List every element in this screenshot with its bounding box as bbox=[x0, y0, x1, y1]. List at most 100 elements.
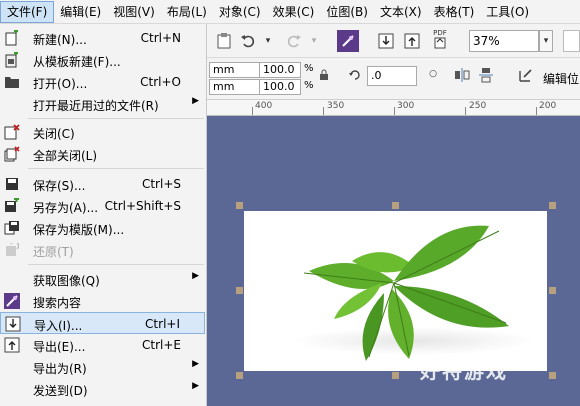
submenu-arrow-icon: ▶ bbox=[192, 96, 199, 106]
menu-item-import[interactable]: 导入(I)... Ctrl+I bbox=[0, 312, 205, 334]
save-as-icon bbox=[4, 198, 20, 214]
selection-handle[interactable] bbox=[236, 287, 243, 294]
menu-bar: 文件(F) 编辑(E) 视图(V) 布局(L) 对象(C) 效果(C) 位图(B… bbox=[0, 0, 580, 24]
import-icon bbox=[5, 316, 21, 332]
menu-item-open-recent[interactable]: 打开最近用过的文件(R) ▶ bbox=[0, 93, 205, 115]
zoom-level-input[interactable]: 37% bbox=[469, 30, 539, 52]
undo-icon[interactable] bbox=[237, 30, 259, 52]
property-bar: mm mm 100.0 100.0 % % .0 ○ 编辑位 bbox=[207, 58, 580, 100]
menu-item-shortcut: Ctrl+E bbox=[142, 338, 181, 352]
menu-item-save-as[interactable]: 另存为(A)... Ctrl+Shift+S bbox=[0, 195, 205, 217]
paste-icon[interactable] bbox=[213, 30, 235, 52]
menu-item-label: 关闭(C) bbox=[33, 127, 75, 141]
edit-bitmap-icon[interactable] bbox=[517, 66, 535, 84]
ruler-tick bbox=[323, 107, 324, 115]
menu-item-acquire-image[interactable]: 获取图像(Q) ▶ bbox=[0, 268, 205, 290]
menu-item-label: 打开(O)... bbox=[33, 77, 88, 91]
menu-effects[interactable]: 效果(C) bbox=[267, 1, 321, 23]
menu-view[interactable]: 视图(V) bbox=[107, 1, 161, 23]
ruler-label: 250 bbox=[469, 101, 487, 111]
menu-item-shortcut: Ctrl+O bbox=[140, 75, 181, 89]
menu-item-new-from-template[interactable]: 从模板新建(F)... bbox=[0, 49, 205, 71]
mirror-horizontal-icon[interactable] bbox=[453, 66, 471, 84]
menu-bitmap[interactable]: 位图(B) bbox=[320, 1, 374, 23]
selection-handle[interactable] bbox=[236, 372, 243, 379]
submenu-arrow-icon: ▶ bbox=[192, 271, 199, 281]
redo-icon[interactable] bbox=[283, 30, 305, 52]
file-menu-dropdown: 新建(N)... Ctrl+N 从模板新建(F)... 打开(O)... Ctr… bbox=[0, 24, 207, 406]
menu-item-close[interactable]: 关闭(C) bbox=[0, 121, 205, 143]
menu-file[interactable]: 文件(F) bbox=[0, 0, 55, 23]
zoom-dropdown-icon[interactable]: ▾ bbox=[539, 30, 553, 52]
fullscreen-preview-icon[interactable] bbox=[563, 30, 580, 52]
menu-item-new[interactable]: 新建(N)... Ctrl+N bbox=[0, 27, 205, 49]
undo-dropdown-icon[interactable]: ▾ bbox=[257, 30, 279, 52]
menu-item-label: 保存(S)... bbox=[33, 179, 86, 193]
menu-table[interactable]: 表格(T) bbox=[428, 1, 481, 23]
submenu-arrow-icon: ▶ bbox=[192, 359, 199, 369]
selection-handle[interactable] bbox=[549, 202, 556, 209]
selection-handle[interactable] bbox=[392, 372, 399, 379]
edit-bitmap-label[interactable]: 编辑位 bbox=[543, 70, 579, 87]
menu-item-label: 还原(T) bbox=[33, 245, 74, 259]
ruler-label: 400 bbox=[255, 101, 273, 111]
menu-item-search-content[interactable]: 搜索内容 bbox=[0, 290, 205, 312]
open-folder-icon bbox=[4, 74, 20, 90]
menu-layout[interactable]: 布局(L) bbox=[161, 1, 213, 23]
selection-handle[interactable] bbox=[236, 202, 243, 209]
new-from-template-icon bbox=[4, 52, 20, 68]
menu-item-close-all[interactable]: 全部关闭(L) bbox=[0, 143, 205, 165]
ruler-label: 200 bbox=[539, 101, 557, 111]
menu-item-revert[interactable]: 还原(T) bbox=[0, 239, 205, 261]
menu-separator bbox=[28, 118, 204, 119]
position-y-unit[interactable]: mm bbox=[209, 79, 261, 95]
menu-object[interactable]: 对象(C) bbox=[213, 1, 267, 23]
selection-handle[interactable] bbox=[549, 372, 556, 379]
revert-icon bbox=[4, 242, 20, 258]
scale-y-input[interactable]: 100.0 bbox=[259, 79, 301, 95]
menu-text[interactable]: 文本(X) bbox=[374, 1, 428, 23]
menu-item-open[interactable]: 打开(O)... Ctrl+O bbox=[0, 71, 205, 93]
menu-item-label: 发送到(D) bbox=[33, 384, 88, 398]
menu-item-save[interactable]: 保存(S)... Ctrl+S bbox=[0, 173, 205, 195]
menu-item-send-to[interactable]: 发送到(D) ▶ bbox=[0, 378, 205, 400]
menu-item-label: 导入(I)... bbox=[34, 319, 83, 333]
position-x-unit[interactable]: mm bbox=[209, 62, 261, 78]
menu-item-export[interactable]: 导出(E)... Ctrl+E bbox=[0, 334, 205, 356]
export-toolbar-icon[interactable] bbox=[401, 30, 423, 52]
mirror-vertical-icon[interactable] bbox=[477, 66, 495, 84]
rotation-angle-input[interactable]: .0 bbox=[367, 66, 417, 86]
menu-item-save-as-template[interactable]: 保存为模版(M)... bbox=[0, 217, 205, 239]
import-toolbar-icon[interactable] bbox=[375, 30, 397, 52]
search-content-toolbar-icon[interactable] bbox=[337, 30, 359, 52]
selection-handle[interactable] bbox=[392, 202, 399, 209]
publish-pdf-icon[interactable]: PDF bbox=[429, 28, 451, 50]
menu-item-label: 保存为模版(M)... bbox=[33, 223, 125, 237]
menu-item-shortcut: Ctrl+Shift+S bbox=[104, 199, 181, 213]
menu-item-label: 从模板新建(F)... bbox=[33, 55, 121, 69]
save-template-icon bbox=[4, 220, 20, 236]
export-icon bbox=[4, 337, 20, 353]
ruler-tick bbox=[465, 107, 466, 115]
lock-ratio-icon[interactable] bbox=[317, 68, 331, 82]
menu-item-label: 全部关闭(L) bbox=[33, 149, 98, 163]
menu-item-shortcut: Ctrl+I bbox=[145, 317, 180, 331]
redo-dropdown-icon[interactable]: ▾ bbox=[303, 30, 325, 52]
search-content-icon bbox=[4, 293, 20, 309]
scale-x-input[interactable]: 100.0 bbox=[259, 62, 301, 78]
watermark-text: 好特游戏 bbox=[420, 359, 508, 383]
ruler-label: 300 bbox=[397, 101, 415, 111]
ruler-tick bbox=[536, 107, 537, 115]
ruler-tick bbox=[394, 107, 395, 115]
selection-handle[interactable] bbox=[549, 287, 556, 294]
menu-item-export-for[interactable]: 导出为(R) ▶ bbox=[0, 356, 205, 378]
menu-separator bbox=[28, 168, 204, 169]
menu-tools[interactable]: 工具(O) bbox=[480, 1, 535, 23]
leaf-bitmap-image[interactable] bbox=[244, 211, 547, 371]
rotate-icon bbox=[347, 67, 363, 83]
menu-item-label: 打开最近用过的文件(R) bbox=[33, 99, 159, 113]
scale-y-percent: % bbox=[304, 80, 314, 91]
degree-icon: ○ bbox=[429, 69, 437, 79]
menu-edit[interactable]: 编辑(E) bbox=[54, 1, 107, 23]
menu-item-shortcut: Ctrl+N bbox=[140, 31, 181, 45]
